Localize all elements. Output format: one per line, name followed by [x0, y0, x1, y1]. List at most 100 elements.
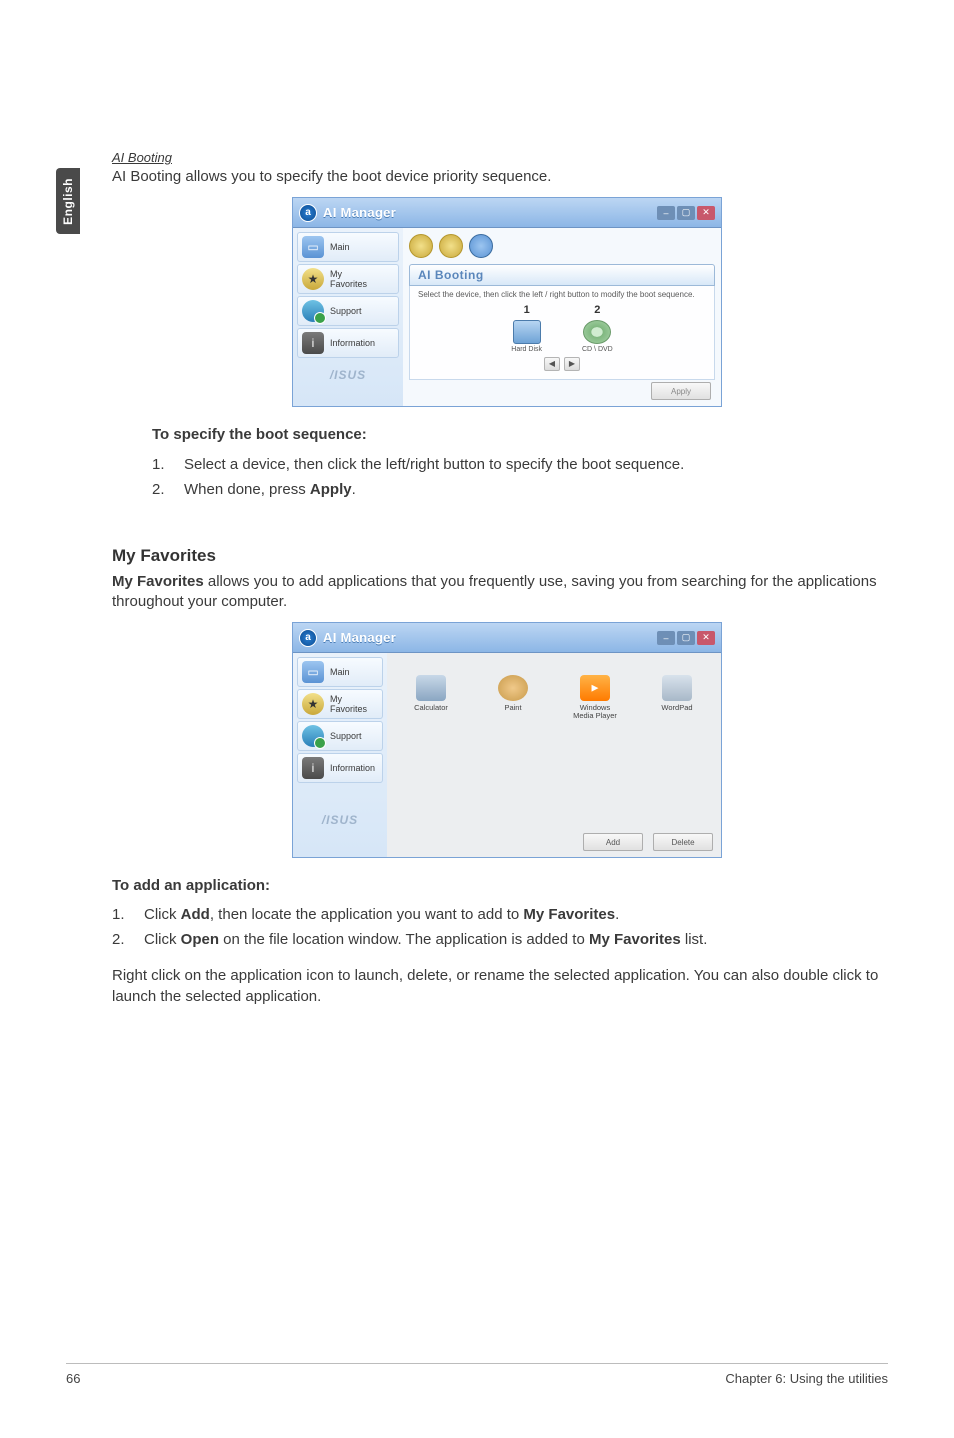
favorite-app-paint[interactable]: Paint	[483, 675, 543, 721]
window-title: AI Manager	[323, 205, 396, 220]
calculator-icon	[416, 675, 446, 701]
language-tab-label: English	[61, 178, 75, 225]
window-title: AI Manager	[323, 630, 396, 645]
sidebar-item-label: My Favorites	[330, 694, 367, 714]
sidebar-item-label: Support	[330, 731, 362, 741]
titlebar: a AI Manager – ▢ ✕	[293, 623, 721, 653]
sidebar-item-main[interactable]: ▭ Main	[297, 232, 399, 262]
delete-button[interactable]: Delete	[653, 833, 713, 851]
boot-item-2[interactable]: 2 CD \ DVD	[582, 304, 613, 353]
fav-label: WordPad	[647, 704, 707, 712]
add-app-heading: To add an application:	[112, 876, 902, 896]
sidebar-item-favorites[interactable]: ★ My Favorites	[297, 264, 399, 294]
boot-order-num: 1	[511, 304, 542, 316]
minimize-button[interactable]: –	[657, 631, 675, 645]
left-arrow-button[interactable]: ◀	[544, 357, 560, 371]
list-item: 2. When done, press Apply.	[152, 481, 902, 498]
screenshot-1-wrap: a AI Manager – ▢ ✕ ▭ Main	[112, 197, 902, 407]
boot-item-1[interactable]: 1 Hard Disk	[511, 304, 542, 353]
fav-label: Calculator	[401, 704, 461, 712]
wordpad-icon	[662, 675, 692, 701]
fav-label: Windows Media Player	[565, 704, 625, 721]
support-icon	[302, 725, 324, 747]
step-text: Select a device, then click the left/rig…	[184, 456, 684, 473]
asus-logo: /ISUS	[297, 368, 399, 382]
apply-button[interactable]: Apply	[651, 382, 711, 400]
ai-booting-intro: AI Booting allows you to specify the boo…	[112, 167, 902, 187]
step-text: Click Add, then locate the application y…	[144, 906, 619, 923]
favorite-app-calculator[interactable]: Calculator	[401, 675, 461, 721]
panel-hint: Select the device, then click the left /…	[418, 290, 706, 300]
footer: 66 Chapter 6: Using the utilities	[0, 1371, 954, 1386]
sidebar-item-label: Main	[330, 242, 350, 252]
window-body: ▭ Main ★ My Favorites Support i	[293, 653, 721, 857]
close-button[interactable]: ✕	[697, 631, 715, 645]
app-logo-icon: a	[299, 629, 317, 647]
step-text: When done, press Apply.	[184, 481, 356, 498]
toolbar-icon-3[interactable]	[469, 234, 493, 258]
main-icon: ▭	[302, 661, 324, 683]
step-number: 2.	[152, 481, 166, 498]
toolbar-icon-2[interactable]	[439, 234, 463, 258]
sidebar-item-label: Information	[330, 763, 375, 773]
page: English AI Booting AI Booting allows you…	[0, 0, 954, 1438]
sidebar-item-support[interactable]: Support	[297, 721, 383, 751]
toolbar-icon-1[interactable]	[409, 234, 433, 258]
hard-disk-icon	[513, 320, 541, 344]
right-arrow-button[interactable]: ▶	[564, 357, 580, 371]
list-item: 1. Click Add, then locate the applicatio…	[112, 906, 902, 923]
favorite-app-wordpad[interactable]: WordPad	[647, 675, 707, 721]
tail-paragraph: Right click on the application icon to l…	[112, 966, 902, 1007]
my-favorites-heading: My Favorites	[112, 546, 902, 566]
main-panel: AI Booting Select the device, then click…	[403, 228, 721, 406]
screenshot-2-wrap: a AI Manager – ▢ ✕ ▭ Main	[112, 622, 902, 858]
titlebar: a AI Manager – ▢ ✕	[293, 198, 721, 228]
sidebar-item-label: Main	[330, 667, 350, 677]
step-number: 1.	[152, 456, 166, 473]
my-favorites-intro: My Favorites allows you to add applicati…	[112, 572, 902, 613]
maximize-button[interactable]: ▢	[677, 206, 695, 220]
main-icon: ▭	[302, 236, 324, 258]
ai-booting-subheading: AI Booting	[112, 150, 902, 165]
sidebar-item-label: Information	[330, 338, 375, 348]
fav-label: Paint	[483, 704, 543, 712]
ai-manager-window-favorites: a AI Manager – ▢ ✕ ▭ Main	[292, 622, 722, 858]
window-controls: – ▢ ✕	[657, 206, 715, 220]
sidebar-item-information[interactable]: i Information	[297, 328, 399, 358]
close-button[interactable]: ✕	[697, 206, 715, 220]
chapter-label: Chapter 6: Using the utilities	[725, 1371, 888, 1386]
minimize-button[interactable]: –	[657, 206, 675, 220]
sidebar-item-label: Support	[330, 306, 362, 316]
footer-divider	[66, 1363, 888, 1364]
titlebar-left: a AI Manager	[299, 204, 396, 222]
boot-order-num: 2	[582, 304, 613, 316]
sidebar: ▭ Main ★ My Favorites Support i	[293, 653, 387, 857]
favorite-app-wmp[interactable]: Windows Media Player	[565, 675, 625, 721]
list-item: 1. Select a device, then click the left/…	[152, 456, 902, 473]
main-panel: Calculator Paint Windows Media Player	[387, 653, 721, 857]
sidebar-item-information[interactable]: i Information	[297, 753, 383, 783]
information-icon: i	[302, 332, 324, 354]
step-text: Click Open on the file location window. …	[144, 931, 707, 948]
maximize-button[interactable]: ▢	[677, 631, 695, 645]
app-logo-icon: a	[299, 204, 317, 222]
sidebar-item-main[interactable]: ▭ Main	[297, 657, 383, 687]
window-body: ▭ Main ★ My Favorites Support i	[293, 228, 721, 406]
language-tab: English	[56, 168, 80, 234]
step-number: 2.	[112, 931, 126, 948]
ai-manager-window-booting: a AI Manager – ▢ ✕ ▭ Main	[292, 197, 722, 407]
asus-logo: /ISUS	[297, 813, 383, 827]
boot-label: Hard Disk	[511, 346, 542, 353]
panel-body: Select the device, then click the left /…	[409, 286, 715, 380]
cd-dvd-icon	[583, 320, 611, 344]
favorites-icon: ★	[302, 268, 324, 290]
add-steps-list: 1. Click Add, then locate the applicatio…	[112, 906, 902, 948]
content-area: AI Booting AI Booting allows you to spec…	[112, 150, 902, 1007]
list-item: 2. Click Open on the file location windo…	[112, 931, 902, 948]
paint-icon	[498, 675, 528, 701]
sidebar-item-favorites[interactable]: ★ My Favorites	[297, 689, 383, 719]
boot-label: CD \ DVD	[582, 346, 613, 353]
add-button[interactable]: Add	[583, 833, 643, 851]
sidebar: ▭ Main ★ My Favorites Support i	[293, 228, 403, 406]
sidebar-item-support[interactable]: Support	[297, 296, 399, 326]
